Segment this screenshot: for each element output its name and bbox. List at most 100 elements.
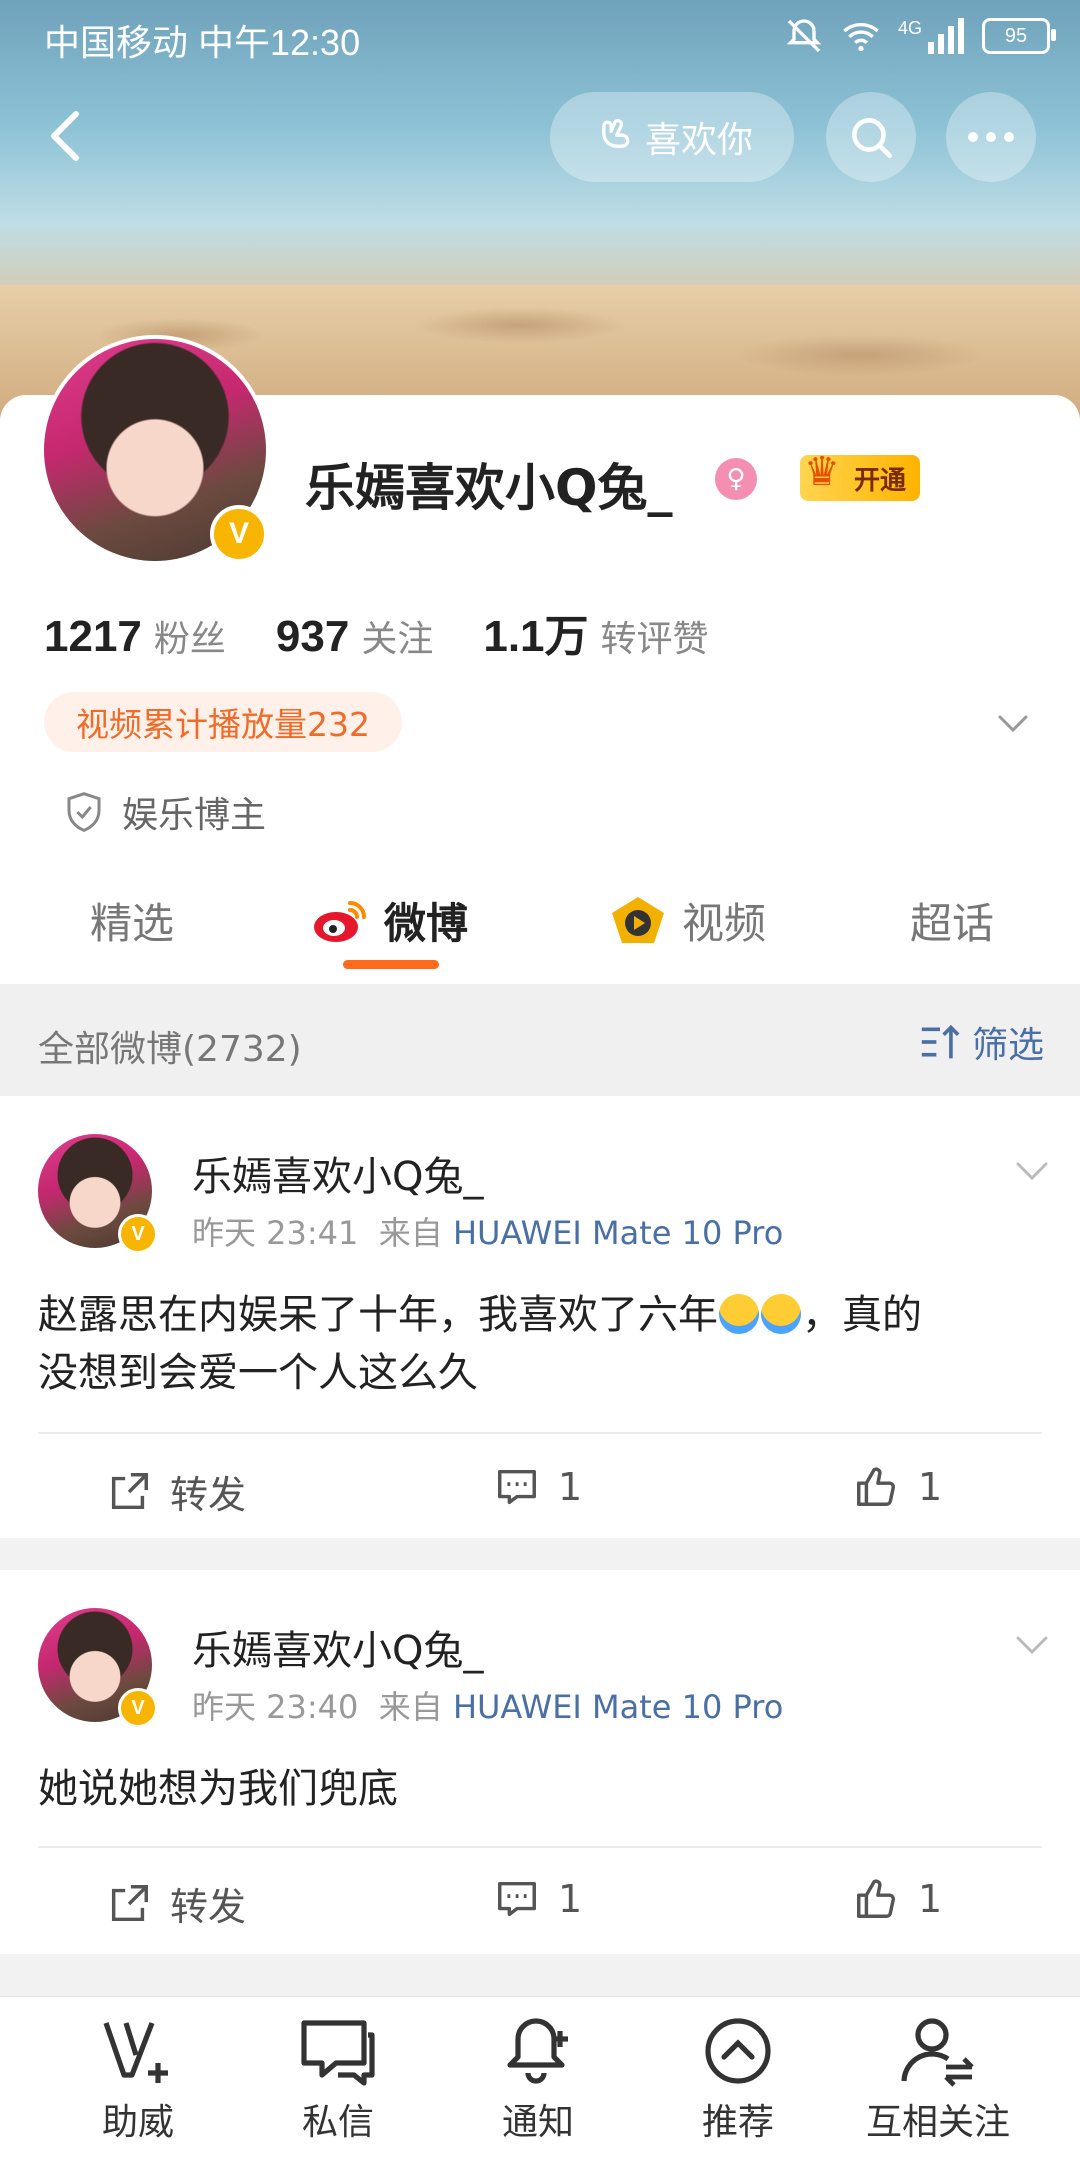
tab-supertopic-label: 超话	[910, 899, 995, 948]
finger-heart-icon	[602, 119, 630, 148]
post-text-part: 赵露思在内娱呆了十年，我喜欢了六年	[38, 1292, 718, 1338]
more-icon	[968, 132, 1014, 142]
crown-icon: ♛	[804, 449, 840, 495]
nav-cheer-label: 助威	[101, 2102, 174, 2143]
filter-bar: 全部微博(2732) 筛选	[0, 984, 1080, 1096]
nav-recommend[interactable]: 推荐	[638, 2015, 838, 2145]
active-tab-indicator	[343, 960, 439, 969]
post-card[interactable]: V 乐嫣喜欢小Q兔_ 昨天 23:40 来自 HUAWEI Mate 10 Pr…	[0, 1570, 1080, 1954]
verified-badge-icon: V	[118, 1214, 158, 1254]
like-count: 1	[918, 1877, 943, 1921]
thumbs-up-icon	[857, 1467, 895, 1506]
nav-messages-label: 私信	[301, 2102, 374, 2143]
signal-icon	[928, 18, 964, 54]
comment-button[interactable]: 1	[494, 1876, 582, 1922]
tab-video[interactable]: 视频	[608, 890, 766, 951]
all-posts-count: 全部微博(2732)	[38, 1029, 302, 1070]
filter-button[interactable]: 筛选	[918, 1016, 1044, 1068]
nav-recommend-label: 推荐	[701, 2102, 774, 2143]
tab-weibo[interactable]: 微博	[310, 890, 468, 951]
nav-mutual-follow[interactable]: 互相关注	[838, 2015, 1038, 2145]
verified-badge-icon: V	[118, 1688, 158, 1728]
filter-label: 筛选	[971, 1025, 1044, 1066]
post-source[interactable]: HUAWEI Mate 10 Pro	[453, 1688, 783, 1726]
post-text: 她说她想为我们兜底	[38, 1766, 398, 1812]
video-badge-icon	[612, 896, 664, 943]
comment-button[interactable]: 1	[494, 1464, 582, 1510]
female-icon: ♀	[715, 458, 757, 500]
vip-open-badge[interactable]: ♛ 开通	[800, 449, 921, 501]
battery-icon: 95	[982, 18, 1056, 54]
more-button[interactable]	[946, 92, 1036, 182]
repost-button[interactable]: 转发	[106, 1876, 246, 1931]
vip-label: 开通	[854, 465, 907, 496]
like-you-label: 喜欢你	[644, 120, 753, 161]
profile-name: 乐嫣喜欢小Q兔_	[305, 459, 673, 517]
mutual-follow-icon	[901, 2018, 974, 2087]
chevron-down-icon	[998, 715, 1028, 733]
wifi-icon	[843, 23, 879, 52]
repost-label: 转发	[170, 1885, 247, 1929]
post-time: 昨天 23:41	[192, 1214, 359, 1252]
followers-count: 1217	[44, 612, 142, 661]
share-icon	[111, 1472, 148, 1509]
chevron-down-icon[interactable]	[1014, 1152, 1050, 1188]
post-text: 赵露思在内娱呆了十年，我喜欢了六年 ，真的 没想到会爱一个人这么久	[38, 1286, 1042, 1402]
category-tag: 娱乐博主	[64, 786, 266, 838]
interactions-label: 转评赞	[600, 619, 709, 660]
profile-stats: 1217 粉丝 937 关注 1.1万 转评赞	[44, 600, 759, 664]
tab-video-label: 视频	[682, 899, 767, 948]
followers-stat[interactable]: 1217 粉丝	[44, 610, 226, 662]
comment-count: 1	[558, 1465, 583, 1509]
nav-notifications-label: 通知	[501, 2102, 574, 2143]
video-plays-badge[interactable]: 视频累计播放量232	[44, 692, 402, 752]
bell-plus-icon	[507, 2018, 568, 2084]
cheer-v-icon	[103, 2022, 168, 2083]
bottom-nav: 助威 私信 通知 推荐 互相关注	[0, 1996, 1080, 2161]
post-author[interactable]: 乐嫣喜欢小Q兔_	[192, 1618, 483, 1676]
nav-mutual-follow-label: 互相关注	[865, 2102, 1010, 2143]
following-stat[interactable]: 937 关注	[276, 610, 433, 662]
expand-profile-button[interactable]	[996, 706, 1030, 740]
post-divider	[38, 1846, 1042, 1848]
tab-supertopic[interactable]: 超话	[910, 890, 994, 951]
shield-check-icon	[67, 792, 101, 832]
battery-level: 95	[1004, 24, 1028, 47]
network-type: 4G	[897, 17, 922, 38]
chevron-down-icon[interactable]	[1014, 1626, 1050, 1662]
repost-label: 转发	[170, 1473, 247, 1517]
search-icon	[852, 118, 893, 159]
like-you-button[interactable]: 喜欢你	[550, 92, 794, 182]
post-author[interactable]: 乐嫣喜欢小Q兔_	[192, 1144, 483, 1202]
comment-count: 1	[558, 1877, 583, 1921]
nav-messages[interactable]: 私信	[238, 2015, 438, 2145]
post-card[interactable]: V 乐嫣喜欢小Q兔_ 昨天 23:41 来自 HUAWEI Mate 10 Pr…	[0, 1096, 1080, 1538]
post-meta: 昨天 23:41 来自 HUAWEI Mate 10 Pro	[192, 1208, 783, 1254]
like-button[interactable]: 1	[852, 1464, 942, 1510]
repost-button[interactable]: 转发	[106, 1464, 246, 1519]
weibo-logo-icon	[314, 900, 366, 942]
category-label: 娱乐博主	[122, 795, 267, 836]
post-meta: 昨天 23:40 来自 HUAWEI Mate 10 Pro	[192, 1682, 783, 1728]
like-button[interactable]: 1	[852, 1876, 942, 1922]
comment-icon	[498, 1881, 536, 1917]
back-button[interactable]	[38, 106, 98, 166]
post-text-part: ，真的	[802, 1292, 922, 1338]
comment-icon	[498, 1469, 536, 1505]
post-source[interactable]: HUAWEI Mate 10 Pro	[453, 1214, 783, 1252]
interactions-stat[interactable]: 1.1万 转评赞	[483, 600, 708, 664]
message-icon	[301, 2020, 375, 2086]
verified-badge-icon: V	[210, 505, 268, 563]
back-arrow-icon	[51, 111, 79, 161]
search-button[interactable]	[826, 92, 916, 182]
followers-label: 粉丝	[153, 619, 226, 660]
nav-cheer[interactable]: 助威	[38, 2015, 238, 2145]
tab-weibo-label: 微博	[384, 899, 469, 948]
following-label: 关注	[361, 619, 434, 660]
tab-featured[interactable]: 精选	[90, 890, 174, 951]
crying-emoji-icon	[719, 1294, 759, 1334]
nav-notifications[interactable]: 通知	[438, 2015, 638, 2145]
post-text-part: 没想到会爱一个人这么久	[38, 1350, 478, 1396]
interactions-count: 1.1万	[483, 612, 589, 661]
tab-featured-label: 精选	[90, 899, 175, 948]
